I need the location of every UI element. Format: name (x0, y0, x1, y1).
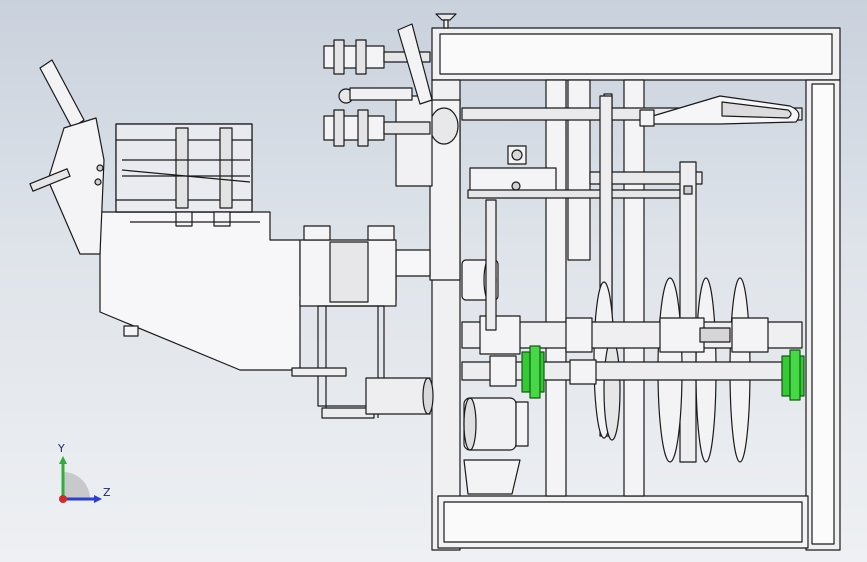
axis-triad (59, 456, 102, 503)
triad-quadrant (63, 472, 90, 499)
feeder-housing[interactable] (99, 211, 431, 371)
lower-hanger-frame[interactable] (291, 305, 434, 419)
left-gears[interactable] (461, 199, 499, 331)
cam-plates[interactable] (593, 95, 751, 463)
z-axis-label: Z (103, 486, 111, 499)
x-axis-origin (59, 495, 67, 503)
y-axis-arrow (59, 456, 67, 464)
top-handwheel[interactable] (435, 13, 457, 29)
y-axis-label: Y (58, 442, 65, 455)
housing-foot[interactable] (123, 325, 139, 337)
z-axis-arrow (94, 495, 102, 503)
left-angled-arm[interactable] (29, 59, 105, 255)
lower-motor-assembly[interactable] (463, 397, 529, 495)
cad-viewport[interactable]: Y Z (0, 0, 867, 562)
vertical-plates[interactable] (545, 79, 645, 497)
guide-mechanism[interactable] (115, 123, 260, 227)
pneumatic-cylinders[interactable] (323, 23, 433, 147)
machine-assembly-drawing[interactable] (0, 0, 867, 562)
